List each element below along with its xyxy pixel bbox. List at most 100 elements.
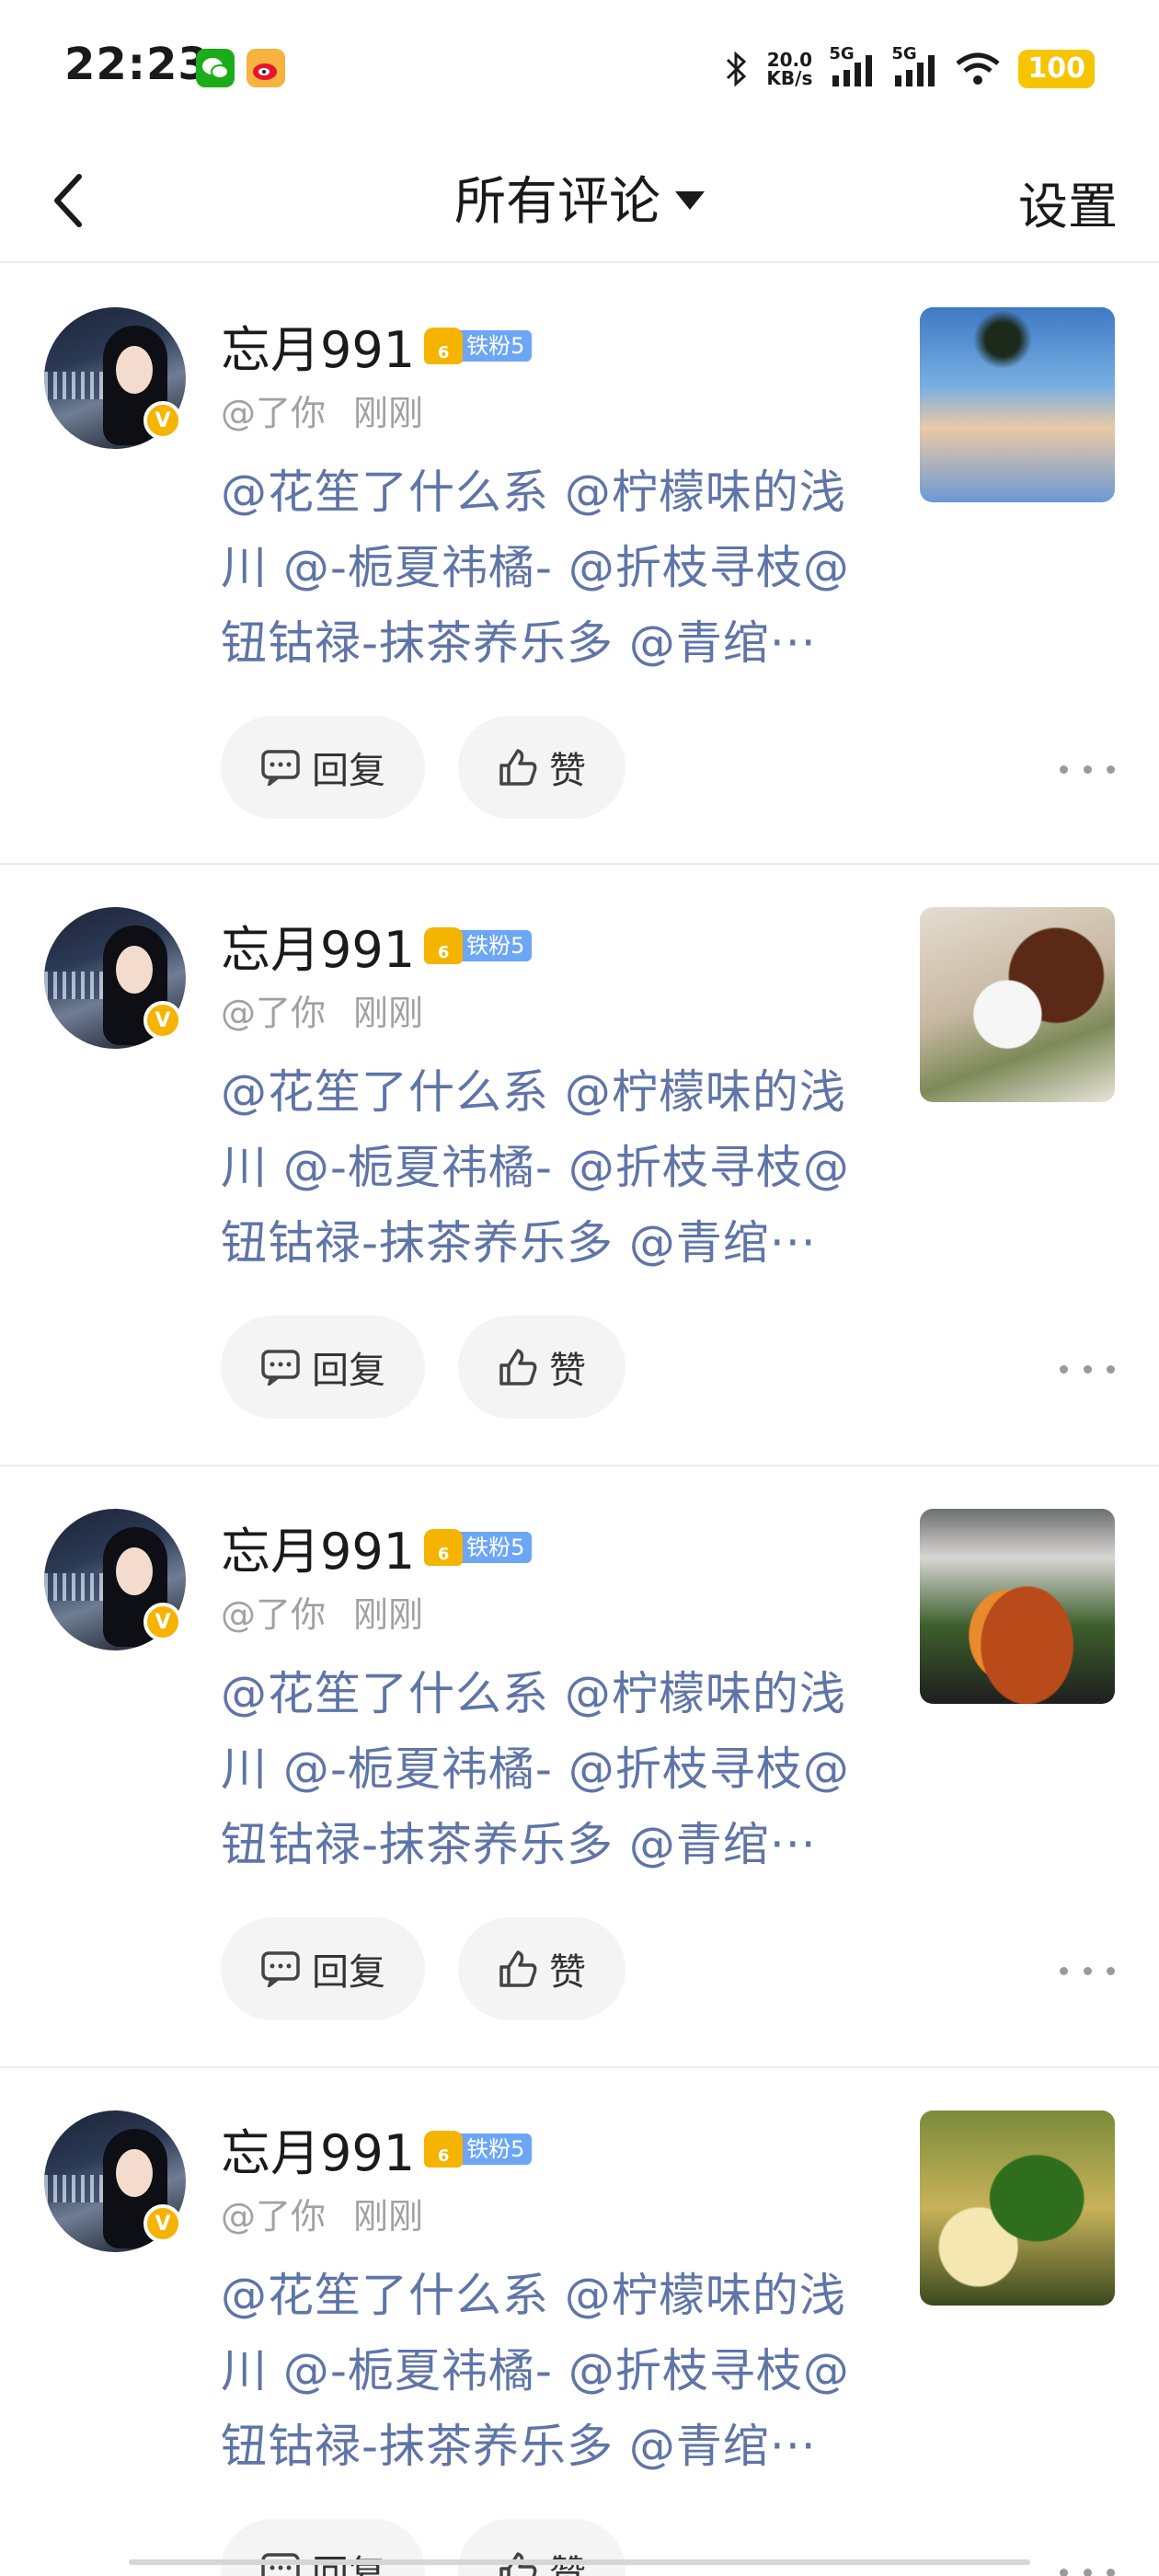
like-button[interactable]: 赞 [458,1316,625,1419]
reply-button[interactable]: 回复 [221,716,425,819]
comment-time: 刚刚 [353,1594,424,1635]
comment-item[interactable]: V 忘月991 6 铁粉5 @了你 刚刚 @花笙了什么系 @柠檬味的浅 川 @-栀… [0,265,1159,863]
signal-sim2-icon: 5G [891,44,937,90]
crown-icon: 6 [424,327,464,364]
verified-badge-icon: V [143,2204,182,2243]
gesture-navigation-bar[interactable] [129,2559,1030,2565]
comment-filter-dropdown[interactable]: 所有评论 [0,160,1159,235]
verified-badge-icon: V [143,1603,182,1641]
fan-badge: 6 铁粉5 [424,926,533,964]
sim1-label: 5G [829,44,855,63]
verified-badge-icon: V [143,401,182,440]
comment-text[interactable]: @花笙了什么系 @柠檬味的浅 川 @-栀夏祎橘- @折枝寻枝@ 钮钴禄-抹茶养乐… [221,1054,883,1281]
comment-time: 刚刚 [353,993,424,1033]
comment-handle: @了你 [221,2196,327,2237]
comment-time: 刚刚 [353,2196,424,2237]
wifi-icon [954,51,1002,87]
like-label: 赞 [549,1350,586,1392]
comment-handle: @了你 [221,1594,327,1635]
battery-indicator: 100 [1018,50,1095,88]
comment-text-line: 川 @-栀夏祎橘- @折枝寻枝@ [221,1742,850,1796]
comment-meta: @了你 刚刚 [221,984,423,1035]
weibo-icon [247,49,285,87]
comment-icon [261,1350,300,1386]
comment-item[interactable]: V 忘月991 6 铁粉5 @了你 刚刚 @花笙了什么系 @柠檬味的浅 川 @-栀… [0,863,1159,1465]
fan-badge-label: 铁粉5 [459,1531,533,1563]
sim2-label: 5G [891,44,917,63]
fan-badge: 6 铁粉5 [424,2130,533,2168]
crown-icon: 6 [424,2130,464,2168]
network-speed: 20.0 KB/s [766,51,812,87]
like-label: 赞 [549,750,586,792]
comment-text-line: @花笙了什么系 @柠檬味的浅 [221,466,846,519]
like-button[interactable]: 赞 [458,2519,625,2576]
comment-meta: @了你 刚刚 [221,385,423,435]
comment-text-line: 钮钴禄-抹茶养乐多 @青绾··· [221,1216,817,1270]
status-time: 22:23 [64,39,210,90]
comment-text-line: 川 @-栀夏祎橘- @折枝寻枝@ [221,2344,850,2398]
comment-text[interactable]: @花笙了什么系 @柠檬味的浅 川 @-栀夏祎橘- @折枝寻枝@ 钮钴禄-抹茶养乐… [221,1656,883,1882]
thumbs-up-icon [499,1950,537,1987]
page-title: 所有评论 [454,172,660,232]
more-horizontal-icon[interactable] [1060,2554,1115,2576]
post-thumbnail[interactable] [920,1509,1115,1704]
status-indicators: 20.0 KB/s 5G 5G 100 [722,41,1095,97]
reply-label: 回复 [312,1951,385,1994]
reply-label: 回复 [312,750,385,792]
username[interactable]: 忘月991 [221,1511,415,1583]
wechat-icon [196,49,235,87]
reply-button[interactable]: 回复 [221,1316,425,1419]
reply-label: 回复 [312,1350,385,1392]
comment-meta: @了你 刚刚 [221,1586,423,1637]
fan-badge-label: 铁粉5 [459,2133,533,2165]
comment-text-line: 钮钴禄-抹茶养乐多 @青绾··· [221,2420,817,2473]
comment-text-line: 川 @-栀夏祎橘- @折枝寻枝@ [221,541,850,594]
net-speed-unit: KB/s [766,67,813,89]
comment-handle: @了你 [221,393,327,433]
caret-down-icon [675,190,705,210]
comment-handle: @了你 [221,993,327,1033]
fan-badge: 6 铁粉5 [424,1528,533,1566]
comment-text-line: @花笙了什么系 @柠檬味的浅 [221,1667,846,1720]
comment-list: V 忘月991 6 铁粉5 @了你 刚刚 @花笙了什么系 @柠檬味的浅 川 @-栀… [0,265,1159,2576]
comment-text[interactable]: @花笙了什么系 @柠檬味的浅 川 @-栀夏祎橘- @折枝寻枝@ 钮钴禄-抹茶养乐… [221,2258,883,2484]
comment-meta: @了你 刚刚 [221,2188,423,2238]
fan-badge-label: 铁粉5 [459,929,533,961]
post-thumbnail[interactable] [920,2110,1115,2306]
comment-item[interactable]: V 忘月991 6 铁粉5 @了你 刚刚 @花笙了什么系 @柠檬味的浅 川 @-栀… [0,2066,1159,2576]
reply-button[interactable]: 回复 [221,1917,425,2020]
comment-item[interactable]: V 忘月991 6 铁粉5 @了你 刚刚 @花笙了什么系 @柠檬味的浅 川 @-栀… [0,1465,1159,2066]
top-navigation-bar: 所有评论 设置 [0,138,1159,263]
comment-text[interactable]: @花笙了什么系 @柠檬味的浅 川 @-栀夏祎橘- @折枝寻枝@ 钮钴禄-抹茶养乐… [221,454,883,681]
comment-time: 刚刚 [353,393,424,433]
comment-text-line: 钮钴禄-抹茶养乐多 @青绾··· [221,616,817,670]
status-bar: 22:23 20.0 KB/s 5G 5G 100 [0,0,1159,138]
post-thumbnail[interactable] [920,907,1115,1102]
username[interactable]: 忘月991 [221,2112,415,2185]
more-horizontal-icon[interactable] [1060,1952,1115,1989]
crown-icon: 6 [424,1528,464,1566]
thumbs-up-icon [499,1349,537,1386]
more-horizontal-icon[interactable] [1060,751,1115,788]
fan-badge-label: 铁粉5 [459,329,533,362]
thumbs-up-icon [499,749,537,786]
like-button[interactable]: 赞 [458,1917,625,2020]
like-label: 赞 [549,1951,586,1994]
comment-text-line: 钮钴禄-抹茶养乐多 @青绾··· [221,1818,817,1871]
bluetooth-icon [722,51,750,87]
crown-icon: 6 [424,926,464,964]
more-horizontal-icon[interactable] [1060,1351,1115,1387]
comment-text-line: @花笙了什么系 @柠檬味的浅 [221,1065,846,1119]
settings-button[interactable]: 设置 [1018,166,1118,238]
username[interactable]: 忘月991 [221,909,415,982]
reply-button[interactable]: 回复 [221,2519,425,2576]
comment-icon [261,750,300,786]
comment-text-line: @花笙了什么系 @柠檬味的浅 [221,2269,846,2322]
comment-text-line: 川 @-栀夏祎橘- @折枝寻枝@ [221,1141,850,1194]
signal-sim1-icon: 5G [829,44,875,90]
verified-badge-icon: V [143,1001,182,1040]
like-button[interactable]: 赞 [458,716,625,819]
post-thumbnail[interactable] [920,307,1115,502]
username[interactable]: 忘月991 [221,309,415,382]
fan-badge: 6 铁粉5 [424,327,533,364]
